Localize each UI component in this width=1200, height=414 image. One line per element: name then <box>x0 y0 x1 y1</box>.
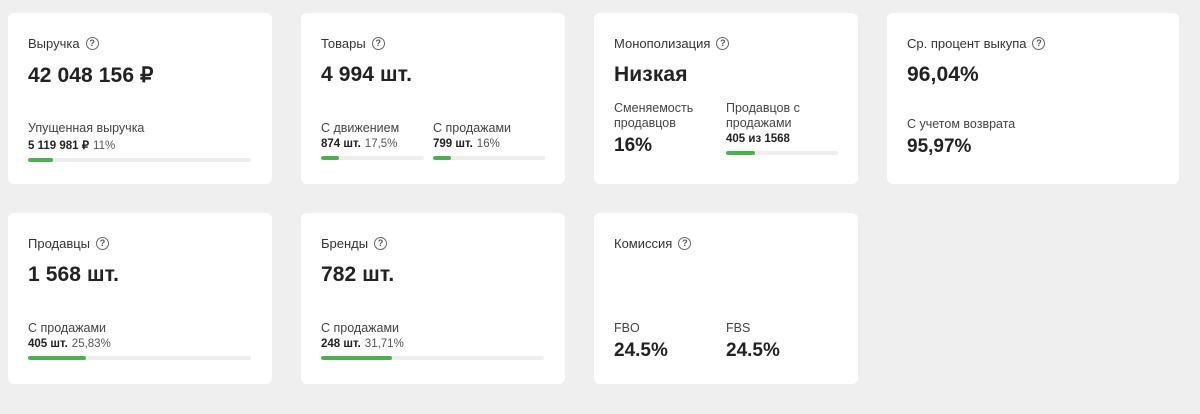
progress-fill <box>726 151 755 155</box>
products-title: Товары ? <box>321 35 545 51</box>
brands-sales-label: С продажами <box>321 321 400 335</box>
lost-revenue-progress <box>28 158 251 162</box>
buyout-card: Ср. процент выкупа ? 96,04% С учетом воз… <box>887 13 1179 184</box>
progress-fill <box>433 156 451 160</box>
buyout-returns-label: С учетом возврата <box>907 117 1016 131</box>
monopoly-title: Монополизация ? <box>614 35 838 51</box>
sellers-value: 1 568 шт. <box>28 263 120 286</box>
movement-amount: 874 шт. <box>321 138 361 150</box>
turnover-label: Сменяемость продавцов <box>614 101 694 130</box>
progress-fill <box>321 156 340 160</box>
revenue-title-label: Выручка <box>28 35 80 51</box>
revenue-card: Выручка ? 42 048 156 ₽ Упущенная выручка… <box>8 13 272 184</box>
commission-title: Комиссия ? <box>614 235 838 251</box>
brands-value: 782 шт. <box>321 263 395 286</box>
brands-sales-block: С продажами 248 шт. 31,71% <box>321 321 544 360</box>
monopoly-value: Низкая <box>614 63 688 86</box>
sellers-sales-value: 405 шт. 25,83% <box>28 338 251 350</box>
fbo-block: FBO 24.5% <box>614 321 714 362</box>
brands-title: Бренды ? <box>321 235 545 251</box>
buyout-returns-block: С учетом возврата 95,97% <box>907 117 1157 158</box>
products-card: Товары ? 4 994 шт. С движением 874 шт. 17… <box>301 13 565 184</box>
movement-pct: 17,5% <box>364 138 398 150</box>
progress-fill <box>321 356 392 360</box>
sellers-title-label: Продавцы <box>28 235 91 251</box>
buyout-returns-value: 95,97% <box>907 136 972 157</box>
lost-revenue-amount: 5 119 981 ₽ <box>28 140 90 152</box>
help-icon[interactable]: ? <box>371 36 385 50</box>
sellers-with-sales-value: 405 из 1568 <box>726 133 838 145</box>
revenue-value: 42 048 156 ₽ <box>28 64 154 87</box>
brands-sales-pct: 31,71% <box>364 338 404 350</box>
commission-title-label: Комиссия <box>614 235 673 251</box>
products-sales-pct: 16% <box>476 138 500 150</box>
movement-label: С движением <box>321 121 400 135</box>
monopoly-title-label: Монополизация <box>614 35 711 51</box>
help-icon[interactable]: ? <box>96 236 110 250</box>
sellers-card: Продавцы ? 1 568 шт. С продажами 405 шт.… <box>8 213 272 384</box>
sellers-title: Продавцы ? <box>28 235 252 251</box>
commission-card: Комиссия ? FBO 24.5% FBS 24.5% <box>594 213 858 384</box>
turnover-value: 16% <box>614 135 653 156</box>
lost-revenue-label: Упущенная выручка <box>28 121 145 135</box>
help-icon[interactable]: ? <box>85 36 99 50</box>
fbs-value: 24.5% <box>726 340 780 361</box>
lost-revenue-pct: 11% <box>93 140 116 152</box>
sellers-with-sales-amount: 405 из 1568 <box>726 133 790 145</box>
revenue-title: Выручка ? <box>28 35 252 51</box>
buyout-title: Ср. процент выкупа ? <box>907 35 1159 51</box>
sellers-sales-pct: 25,83% <box>71 338 111 350</box>
sellers-sales-progress <box>28 356 251 360</box>
brands-sales-value: 248 шт. 31,71% <box>321 338 544 350</box>
movement-progress <box>321 156 424 160</box>
products-movement-block: С движением 874 шт. 17,5% <box>321 121 424 160</box>
products-sales-label: С продажами <box>433 121 512 135</box>
fbo-value: 24.5% <box>614 340 668 361</box>
lost-revenue-value: 5 119 981 ₽11% <box>28 138 251 152</box>
products-sales-value: 799 шт. 16% <box>433 138 545 150</box>
movement-value: 874 шт. 17,5% <box>321 138 424 150</box>
brands-card: Бренды ? 782 шт. С продажами 248 шт. 31,7… <box>301 213 565 384</box>
sellers-sales-label: С продажами <box>28 321 107 335</box>
monopoly-card: Монополизация ? Низкая Сменяемость прода… <box>594 13 858 184</box>
buyout-value: 96,04% <box>907 63 979 86</box>
sellers-with-sales-block: Продавцов с продажами 405 из 1568 <box>726 101 838 155</box>
sellers-with-sales-progress <box>726 151 838 155</box>
buyout-title-label: Ср. процент выкупа <box>907 35 1027 51</box>
sellers-sales-amount: 405 шт. <box>28 338 68 350</box>
turnover-block: Сменяемость продавцов 16% <box>614 101 714 157</box>
help-icon[interactable]: ? <box>1032 36 1046 50</box>
sellers-sales-block: С продажами 405 шт. 25,83% <box>28 321 251 360</box>
lost-revenue-block: Упущенная выручка 5 119 981 ₽11% <box>28 121 251 162</box>
progress-fill <box>28 356 86 360</box>
sellers-with-sales-label: Продавцов с продажами <box>726 101 800 130</box>
fbs-label: FBS <box>726 321 751 335</box>
help-icon[interactable]: ? <box>678 236 692 250</box>
brands-title-label: Бренды <box>321 235 369 251</box>
brands-sales-progress <box>321 356 544 360</box>
fbo-label: FBO <box>614 321 640 335</box>
fbs-block: FBS 24.5% <box>726 321 826 362</box>
products-sales-block: С продажами 799 шт. 16% <box>433 121 545 160</box>
products-title-label: Товары <box>321 35 366 51</box>
brands-sales-amount: 248 шт. <box>321 338 361 350</box>
progress-fill <box>28 158 53 162</box>
products-value: 4 994 шт. <box>321 63 413 86</box>
help-icon[interactable]: ? <box>374 236 388 250</box>
products-sales-progress <box>433 156 545 160</box>
help-icon[interactable]: ? <box>716 36 730 50</box>
products-sales-amount: 799 шт. <box>433 138 473 150</box>
